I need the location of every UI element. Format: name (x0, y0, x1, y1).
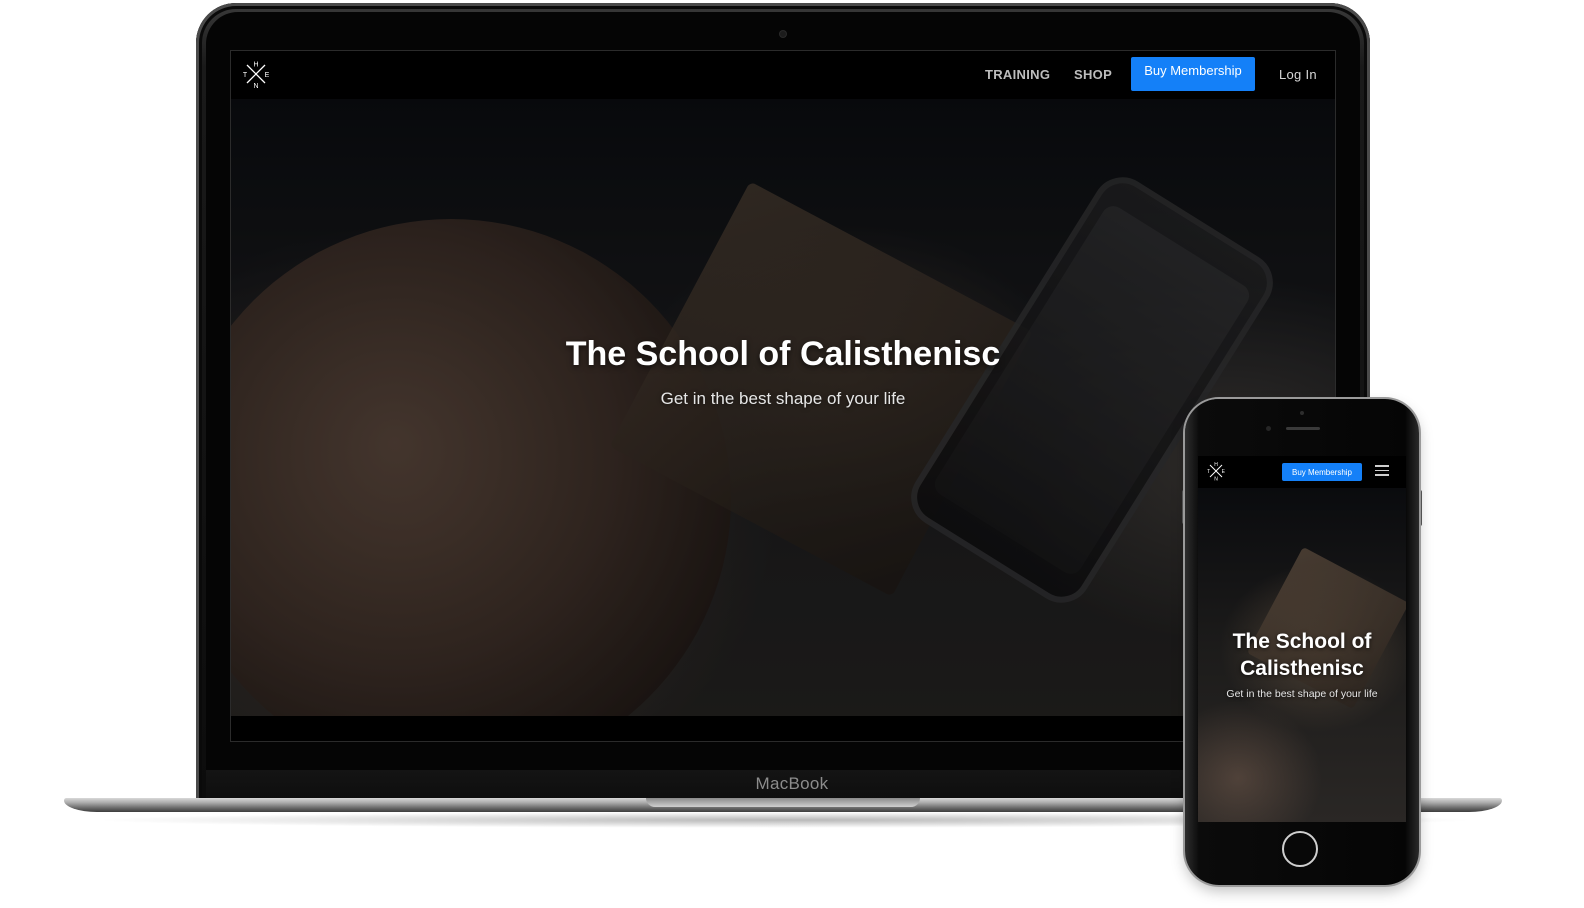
mobile-hero-section: The School of Calisthenisc Get in the be… (1198, 488, 1406, 822)
laptop-camera (780, 31, 786, 37)
hero-title: The School of Calisthenisc (565, 335, 1001, 373)
hero-subtitle: Get in the best shape of your life (660, 389, 906, 408)
nav-link-shop[interactable]: SHOP (1074, 67, 1112, 82)
mobile-logo-letter-left: T (1207, 469, 1210, 475)
nav-link-training[interactable]: TRAINING (985, 67, 1050, 82)
hamburger-icon[interactable] (1375, 465, 1389, 477)
phone-sensor (1300, 411, 1304, 415)
hamburger-line (1375, 465, 1389, 467)
navbar: H T E N TRAINING SHOP Buy Membership Log… (231, 51, 1335, 99)
logo-letter-right: E (265, 72, 270, 79)
mobile-logo-letter-bottom: N (1214, 476, 1218, 481)
mobile-hero-subtitle: Get in the best shape of your life (1226, 688, 1378, 700)
phone-camera (1266, 426, 1271, 431)
logo-letter-bottom: N (253, 83, 258, 89)
laptop-screen: The School of Calisthenisc Get in the be… (230, 50, 1336, 742)
logo-icon[interactable]: H T E N (241, 59, 271, 90)
hero-section: The School of Calisthenisc Get in the be… (231, 99, 1335, 741)
mobile-navbar: H T E N Buy Membership (1198, 456, 1406, 488)
mobile-buy-membership-button[interactable]: Buy Membership (1282, 463, 1362, 481)
laptop-opening-notch (646, 798, 920, 807)
mobile-hero-title: The School of Calisthenisc (1232, 630, 1372, 680)
mobile-logo-letter-top: H (1214, 462, 1218, 468)
logo-letter-left: T (243, 72, 248, 79)
screen-footer-bar (231, 716, 1335, 741)
login-link[interactable]: Log In (1279, 67, 1317, 82)
hamburger-line (1375, 474, 1389, 476)
mobile-logo-letter-right: E (1222, 469, 1226, 475)
buy-membership-button[interactable]: Buy Membership (1131, 57, 1255, 91)
phone-home-button[interactable] (1282, 831, 1318, 867)
hamburger-line (1375, 469, 1389, 471)
logo-letter-top: H (253, 62, 258, 69)
phone-screen: The School of Calisthenisc Get in the be… (1198, 456, 1406, 822)
device-mockup-stage: The School of Calisthenisc Get in the be… (0, 0, 1584, 908)
phone-speaker (1286, 427, 1320, 430)
mobile-logo-icon[interactable]: H T E N (1206, 461, 1226, 481)
